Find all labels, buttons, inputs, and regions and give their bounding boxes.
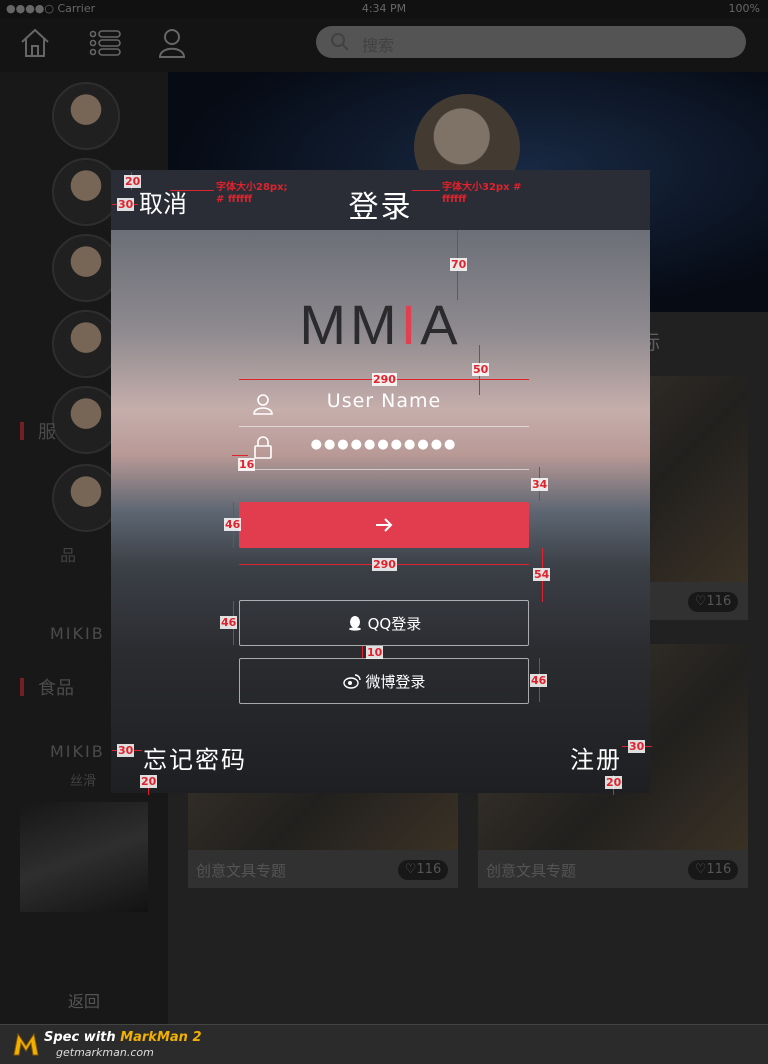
markman-footer: Spec with MarkMan 2 getmarkman.com	[0, 1024, 768, 1064]
forgot-password-link[interactable]: 忘记密码	[143, 740, 247, 775]
weibo-icon	[342, 674, 361, 689]
spec-label: 54	[533, 568, 551, 581]
weibo-login-label: 微博登录	[365, 673, 426, 691]
markman-url: getmarkman.com	[56, 1046, 154, 1059]
register-link[interactable]: 注册	[570, 740, 622, 775]
spec-note: 字体大小32px #	[442, 182, 522, 193]
qq-login-button[interactable]: QQ登录	[239, 600, 529, 646]
weibo-login-inner: 微博登录	[240, 671, 528, 692]
spec-line	[170, 190, 214, 191]
qq-icon	[348, 616, 361, 631]
spec-line	[232, 455, 248, 456]
spec-label: 46	[224, 518, 242, 531]
spec-note: ffffff	[442, 194, 467, 205]
modal-header: 取消 登录	[111, 170, 650, 230]
spec-label: 20	[140, 775, 158, 788]
spec-label: 46	[220, 616, 238, 629]
spec-line	[362, 646, 363, 658]
username-field[interactable]: User Name	[239, 382, 529, 427]
modal-title: 登录	[348, 190, 413, 225]
login-modal: 取消 登录 MMIA User Name ●●●●●●●●●●● QQ登录 微博…	[111, 170, 650, 793]
spec-label: 290	[372, 558, 397, 571]
spec-label: 20	[605, 776, 623, 789]
spec-note: # ffffff	[216, 194, 253, 205]
spec-label: 30	[117, 744, 135, 757]
login-submit-button[interactable]	[239, 502, 529, 548]
arrow-right-icon	[376, 518, 393, 532]
spec-note: 字体大小28px;	[216, 182, 288, 193]
weibo-login-button[interactable]: 微博登录	[239, 658, 529, 704]
qq-login-label: QQ登录	[367, 615, 422, 633]
spec-label: 30	[117, 198, 135, 211]
modal-body: MMIA User Name ●●●●●●●●●●● QQ登录 微博登录	[111, 230, 650, 793]
logo-part: MM	[299, 293, 401, 356]
markman-label: Spec with MarkMan 2	[44, 1030, 202, 1045]
spec-label: 46	[530, 674, 548, 687]
markman-brand: MarkMan 2	[120, 1030, 202, 1045]
spec-label: 34	[531, 478, 549, 491]
spec-label: 50	[472, 363, 490, 376]
app-logo: MMIA	[111, 292, 650, 357]
markman-prefix: Spec with	[44, 1030, 121, 1045]
spec-label: 16	[238, 458, 256, 471]
logo-accent: I	[400, 293, 421, 356]
spec-label: 30	[628, 740, 646, 753]
spec-label: 10	[366, 646, 384, 659]
logo-part: A	[420, 293, 462, 356]
markman-logo-icon	[13, 1032, 39, 1056]
spec-line	[412, 190, 440, 191]
username-value: User Name	[326, 390, 442, 412]
spec-label: 20	[124, 175, 142, 188]
qq-login-inner: QQ登录	[240, 613, 528, 634]
spec-label: 290	[372, 373, 397, 386]
password-value: ●●●●●●●●●●●	[310, 437, 458, 452]
spec-label: 70	[450, 258, 468, 271]
password-field[interactable]: ●●●●●●●●●●●	[239, 425, 529, 470]
